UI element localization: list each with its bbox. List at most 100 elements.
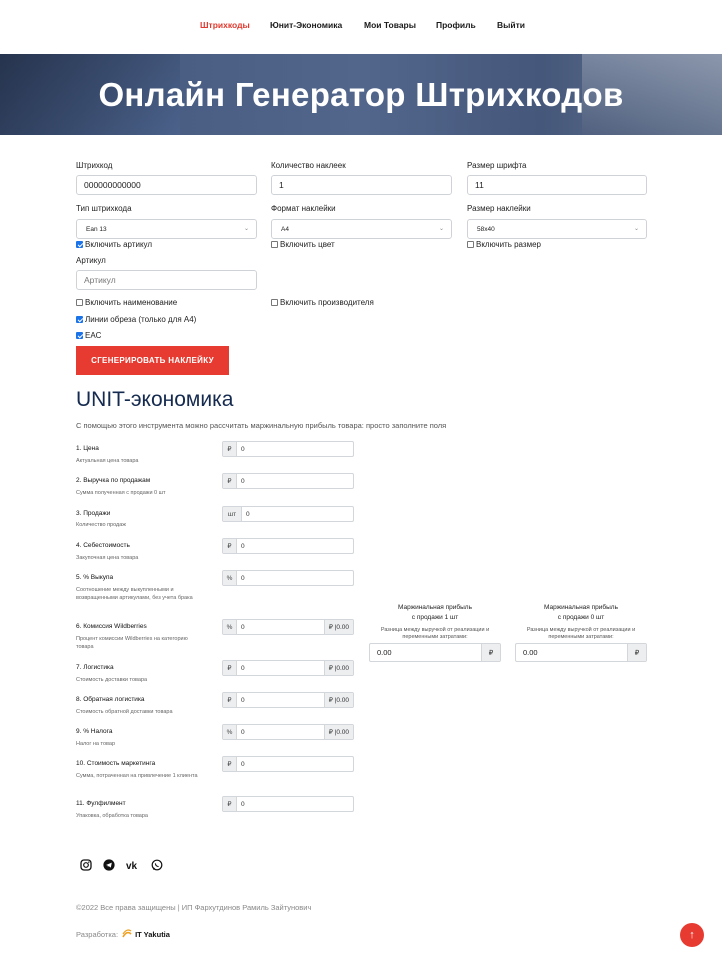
return-logistics-result: ₽ |0.00 — [323, 693, 353, 707]
include-color-checkbox[interactable]: Включить цвет — [271, 240, 335, 249]
scroll-to-top-button[interactable]: ↑ — [680, 923, 704, 947]
checkbox-checked-icon — [76, 332, 83, 339]
checkbox-checked-icon — [76, 241, 83, 248]
whatsapp-icon[interactable] — [151, 859, 163, 871]
include-article-text: Включить артикул — [85, 240, 153, 249]
sticker-format-value: A4 — [281, 226, 289, 233]
nav-item-my-products[interactable]: Мои Товары — [364, 20, 416, 30]
cost-input-group[interactable]: ₽ 0 — [222, 538, 354, 554]
revenue-input[interactable]: 0 — [237, 474, 353, 488]
unit-field-label: 4. Себестоимость — [76, 542, 130, 549]
ruble-prefix: ₽ — [223, 539, 237, 553]
percent-prefix: % — [223, 725, 237, 739]
sticker-format-select[interactable]: A4 ⌄ — [271, 219, 452, 239]
arrow-up-icon: ↑ — [689, 929, 695, 941]
marketing-input[interactable]: 0 — [237, 757, 353, 771]
commission-input-group[interactable]: % 0 ₽ |0.00 — [222, 619, 354, 635]
unit-field-label: 1. Цена — [76, 445, 99, 452]
barcode-type-select[interactable]: Ean 13 ⌄ — [76, 219, 257, 239]
developer-credit: Разработка: IT Yakutia — [76, 929, 170, 939]
article-label: Артикул — [76, 256, 106, 265]
nav-item-profile[interactable]: Профиль — [436, 20, 476, 30]
unit-field-help: Упаковка, обработка товара — [76, 813, 148, 819]
ruble-prefix: ₽ — [223, 693, 237, 707]
nav-item-barcodes[interactable]: Штрихкоды — [200, 20, 250, 30]
barcode-label: Штрихкод — [76, 161, 113, 170]
include-article-checkbox[interactable]: Включить артикул — [76, 240, 152, 249]
font-size-label: Размер шрифта — [467, 161, 527, 170]
sticker-count-input[interactable] — [271, 175, 452, 195]
buyout-input-group[interactable]: % 0 — [222, 570, 354, 586]
return-logistics-input-group[interactable]: ₽ 0 ₽ |0.00 — [222, 692, 354, 708]
return-logistics-input[interactable]: 0 — [237, 693, 324, 707]
cut-lines-text: Линии обреза (только для А4) — [85, 315, 197, 324]
developer-label: Разработка: — [76, 929, 119, 939]
chevron-down-icon: ⌄ — [438, 226, 444, 232]
margin-one-title-line2: с продажи 1 шт — [411, 614, 459, 621]
tax-input[interactable]: 0 — [237, 725, 324, 739]
include-name-checkbox[interactable]: Включить наименование — [76, 298, 177, 307]
commission-input[interactable]: 0 — [237, 620, 324, 634]
sticker-size-select[interactable]: 58x40 ⌄ — [467, 219, 647, 239]
sticker-size-label: Размер наклейки — [467, 204, 531, 213]
ruble-prefix: ₽ — [223, 474, 237, 488]
buyout-input[interactable]: 0 — [237, 571, 353, 585]
include-manufacturer-checkbox[interactable]: Включить производителя — [271, 298, 374, 307]
eac-checkbox[interactable]: EAC — [76, 331, 101, 340]
sales-input[interactable]: 0 — [242, 507, 353, 521]
instagram-icon[interactable] — [80, 859, 92, 871]
nav-item-logout[interactable]: Выйти — [497, 20, 525, 30]
sticker-size-value: 58x40 — [477, 226, 495, 233]
barcode-input[interactable] — [76, 175, 257, 195]
margin-all-value: 0.00 — [523, 648, 538, 657]
tax-result: ₽ |0.00 — [323, 725, 353, 739]
developer-brand-link[interactable]: IT Yakutia — [135, 930, 170, 939]
chevron-down-icon: ⌄ — [633, 226, 639, 232]
tax-input-group[interactable]: % 0 ₽ |0.00 — [222, 724, 354, 740]
article-input[interactable] — [76, 270, 257, 290]
unit-field-help: Соотношение между выкупленными и возвращ… — [76, 587, 193, 601]
price-input[interactable]: 0 — [237, 442, 353, 456]
unit-field-help: Процент комиссии Wildberries на категори… — [76, 636, 188, 650]
unit-field-help: Актуальная цена товара — [76, 458, 139, 464]
revenue-input-group[interactable]: ₽ 0 — [222, 473, 354, 489]
checkbox-unchecked-icon — [271, 241, 278, 248]
nav-item-unit-economics[interactable]: Юнит-Экономика — [270, 20, 342, 30]
include-size-checkbox[interactable]: Включить размер — [467, 240, 541, 249]
unit-field-label: 9. % Налога — [76, 728, 113, 735]
unit-field-label: 11. Фулфилмент — [76, 800, 126, 807]
unit-field-help: Стоимость обратной доставки товара — [76, 709, 173, 715]
ruble-prefix: ₽ — [223, 661, 237, 675]
cost-input[interactable]: 0 — [237, 539, 353, 553]
chevron-down-icon: ⌄ — [243, 226, 249, 232]
unit-economics-title: UNIT-экономика — [76, 388, 234, 411]
cut-lines-checkbox[interactable]: Линии обреза (только для А4) — [76, 315, 196, 324]
sales-input-group[interactable]: шт 0 — [222, 506, 354, 522]
unit-economics-subtitle: С помощью этого инструмента можно рассчи… — [76, 421, 447, 430]
checkbox-unchecked-icon — [467, 241, 474, 248]
generate-sticker-button[interactable]: СГЕНЕРИРОВАТЬ НАКЛЕЙКУ — [76, 346, 229, 375]
unit-field-label: 6. Комиссия Wildberries — [76, 623, 147, 630]
margin-one-value: 0.00 — [377, 648, 392, 657]
margin-one-help: Разница между выручкой от реализации и п… — [380, 627, 490, 640]
vk-icon[interactable]: vk — [126, 859, 140, 871]
fulfillment-input[interactable]: 0 — [237, 797, 353, 811]
price-input-group[interactable]: ₽ 0 — [222, 441, 354, 457]
margin-all-title-line1: Маржинальная прибыль — [544, 604, 618, 611]
marketing-input-group[interactable]: ₽ 0 — [222, 756, 354, 772]
margin-one-title-line1: Маржинальная прибыль — [398, 604, 472, 611]
telegram-icon[interactable] — [103, 859, 115, 871]
percent-prefix: % — [223, 620, 237, 634]
sticker-count-label: Количество наклеек — [271, 161, 346, 170]
logistics-input[interactable]: 0 — [237, 661, 324, 675]
ruble-prefix: ₽ — [223, 757, 237, 771]
unit-field-label: 10. Стоимость маркетинга — [76, 760, 156, 767]
copyright-text: ©2022 Все права защищены | ИП Фархутдино… — [76, 903, 312, 912]
margin-all-title-line2: с продажи 0 шт — [557, 614, 605, 621]
checkbox-unchecked-icon — [76, 299, 83, 306]
logistics-input-group[interactable]: ₽ 0 ₽ |0.00 — [222, 660, 354, 676]
unit-field-help: Стоимость доставки товара — [76, 677, 148, 683]
include-manufacturer-text: Включить производителя — [280, 298, 374, 307]
font-size-input[interactable] — [467, 175, 647, 195]
fulfillment-input-group[interactable]: ₽ 0 — [222, 796, 354, 812]
